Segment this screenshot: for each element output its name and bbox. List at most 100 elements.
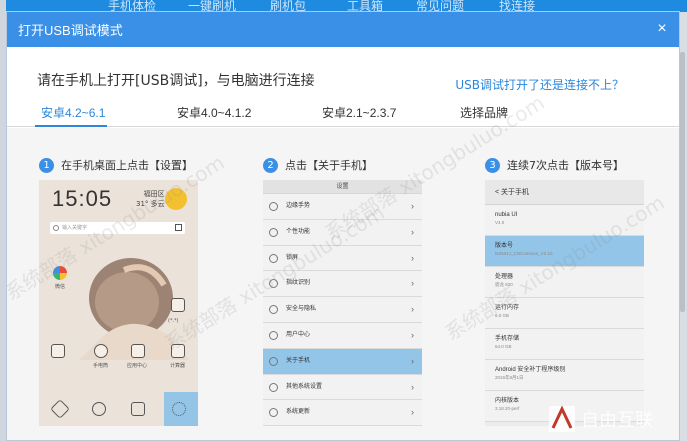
row-label: 个性功能 [286, 228, 311, 235]
sun-icon [165, 188, 187, 210]
about-title: < 关于手机 [485, 180, 644, 205]
step-number: 2 [263, 157, 278, 173]
grid-app-icon [51, 344, 65, 358]
chevron-right-icon: › [411, 201, 414, 211]
flashlight-icon [94, 344, 108, 358]
row-icon [269, 227, 278, 237]
row-icon [269, 356, 278, 366]
tab-android-4-0[interactable]: 安卓4.0~4.1.2 [177, 104, 251, 121]
settings-row-about-phone: 关于手机 › [263, 348, 422, 375]
row-label: 锁屏 [286, 254, 299, 261]
row-icon [269, 279, 278, 289]
dialog-title: 打开USB调试模式 [18, 23, 123, 38]
app-label: 计算器 [170, 363, 186, 369]
row-label: 边缘手势 [286, 203, 311, 209]
android-version-tabs: 安卓4.2~6.1 安卓4.0~4.1.2 安卓2.1~2.3.7 选择品牌 [7, 100, 679, 127]
row-label: 处理器 [495, 274, 514, 280]
weather-temp: 31° 多云 [136, 200, 165, 208]
settings-gear-icon [172, 402, 186, 416]
step-number: 3 [485, 157, 500, 173]
search-placeholder: 输入关键字 [62, 225, 88, 231]
phone-about-screenshot: < 关于手机 nubia UI V4.0 版本号 NX531J_CNCommon_V… [485, 180, 644, 426]
settings-row: 安全与隐私 › [263, 297, 422, 323]
home-search-bar: 输入关键字 [50, 222, 185, 234]
row-icon [269, 202, 278, 211]
wechat-icon [53, 266, 67, 280]
gallery-icon [171, 298, 185, 312]
camera-icon [131, 402, 145, 416]
settings-title: 设置 [263, 180, 422, 194]
active-tab-indicator [35, 125, 107, 127]
about-row: 手机存储 64.0 GB [485, 329, 644, 360]
tab-select-brand[interactable]: 选择品牌 [460, 104, 508, 121]
settings-row: 边缘手势 › [263, 194, 422, 220]
row-label: 版本号 [495, 243, 514, 249]
step-text: 在手机桌面上点击【设置】 [61, 159, 193, 172]
row-label: 系统更新 [286, 409, 311, 416]
chevron-right-icon: › [411, 226, 414, 237]
settings-row: 系统更新 › [263, 400, 422, 426]
step-2: 2 点击【关于手机】 [263, 157, 373, 173]
chevron-right-icon: › [411, 407, 414, 418]
row-value: 64.0 GB [495, 344, 512, 349]
chevron-right-icon: › [411, 252, 414, 263]
step-1: 1 在手机桌面上点击【设置】 [39, 157, 193, 173]
dialog-titlebar: 打开USB调试模式 × [7, 12, 679, 47]
clock-time: 15:05 [52, 186, 113, 211]
row-label: 关于手机 [286, 357, 311, 364]
settings-row: 指纹识别 › [263, 271, 422, 298]
row-value: 2016年8月1日 [495, 375, 524, 380]
app-label: 应用中心 [127, 363, 148, 369]
row-label: 安全与隐私 [286, 306, 317, 313]
phone-home-screenshot: 15:05 福田区 31° 多云 输入关键字 微信 (*.*) 手电筒 应用中心… [39, 180, 198, 426]
dock [39, 392, 198, 426]
steps-panel: 1 在手机桌面上点击【设置】 2 点击【关于手机】 3 连续7次点击【版本号】 … [7, 128, 679, 440]
scroll-thumb[interactable] [680, 52, 685, 312]
site-logo: 自由互联 [549, 405, 653, 432]
usb-debug-dialog: 打开USB调试模式 × 请在手机上打开[USB调试]，与电脑进行连接 USB调试… [6, 11, 680, 441]
help-link[interactable]: USB调试打开了还是连接不上？ [455, 76, 624, 93]
chevron-right-icon: › [411, 304, 414, 315]
chevron-right-icon: › [411, 381, 414, 392]
row-value: V4.0 [495, 220, 505, 225]
about-row: Android 安全补丁程序级别 2016年8月1日 [485, 360, 644, 391]
settings-row: 个性功能 › [263, 219, 422, 246]
row-value: NX531J_CNCommon_V2.10 [495, 251, 553, 256]
about-row: 运行内存 6.0 GB [485, 298, 644, 329]
row-icon [269, 253, 278, 263]
row-label: 手机存储 [495, 336, 520, 342]
row-label: 运行内存 [495, 305, 520, 311]
phone-settings-screenshot: 设置 边缘手势 › 个性功能 › 锁屏 › 指纹识别 › 安全与隐私 › 用户中心 › 关于… [263, 180, 422, 426]
weather-city: 福田区 [143, 190, 165, 198]
qr-icon [175, 224, 182, 231]
tab-android-2-1[interactable]: 安卓2.1~2.3.7 [322, 104, 396, 121]
tab-android-4-2[interactable]: 安卓4.2~6.1 [41, 104, 105, 121]
row-label: Android 安全补丁程序级别 [495, 367, 566, 373]
cart-icon [131, 344, 145, 358]
logo-text: 自由互联 [581, 410, 653, 431]
about-row-build-number: 版本号 NX531J_CNCommon_V2.10 [485, 236, 644, 267]
step-3: 3 连续7次点击【版本号】 [485, 157, 624, 173]
app-label: 微信 [55, 284, 66, 290]
settings-row: 锁屏 › [263, 245, 422, 272]
step-text: 连续7次点击【版本号】 [507, 159, 624, 172]
chevron-right-icon: › [411, 329, 414, 340]
row-label: nubia UI [495, 212, 518, 218]
row-icon [269, 408, 278, 418]
row-label: 用户中心 [286, 331, 311, 338]
row-label: 指纹识别 [286, 280, 311, 287]
step-text: 点击【关于手机】 [285, 159, 373, 172]
close-icon[interactable]: × [653, 20, 671, 38]
row-value: 骁龙 820 [495, 282, 513, 287]
row-label: 其他系统设置 [286, 383, 323, 390]
row-icon [269, 330, 278, 340]
settings-row: 用户中心 › [263, 322, 422, 349]
settings-row: 其他系统设置 › [263, 374, 422, 401]
row-icon [269, 382, 278, 392]
row-icon [269, 305, 278, 315]
app-label: (*.*) [168, 318, 179, 324]
chevron-right-icon: › [411, 278, 414, 289]
instruction-text: 请在手机上打开[USB调试]，与电脑进行连接 [37, 73, 315, 89]
row-value: 6.0 GB [495, 313, 510, 318]
phone-icon [50, 399, 70, 419]
